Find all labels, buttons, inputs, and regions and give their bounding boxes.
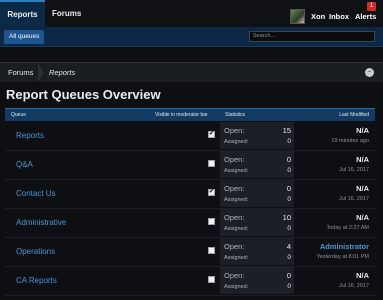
open-count: 0: [286, 271, 291, 280]
top-navigation-bar: Reports Forums Xon Inbox Alerts 1: [0, 0, 383, 28]
assigned-label: Assigned:: [224, 197, 249, 203]
assigned-count: 0: [287, 283, 291, 290]
statistics-panel: Open: 0 Assigned: 0: [220, 180, 294, 207]
last-modified-by: N/A: [356, 213, 369, 222]
breadcrumb: Forums Reports –: [0, 62, 383, 82]
assigned-label: Assigned:: [224, 284, 249, 290]
last-modified-date: Today at 2:27 AM: [326, 225, 370, 231]
assigned-label: Assigned:: [224, 226, 249, 232]
open-count: 15: [282, 126, 291, 135]
assigned-label: Assigned:: [224, 139, 249, 145]
open-label: Open:: [224, 155, 245, 164]
table-row: Contact Us ✔ Open: 0 Assigned: 0 N/A Jul 16, 20…: [5, 179, 375, 209]
open-label: Open:: [224, 213, 245, 222]
breadcrumb-forums[interactable]: Forums: [8, 63, 33, 82]
last-modified-date: 19 minutes ago: [331, 138, 369, 144]
inbox-link[interactable]: Inbox: [329, 12, 349, 21]
assigned-count: 0: [287, 138, 291, 145]
column-header-statistics: Statistics: [225, 112, 246, 118]
statistics-panel: Open: 0 Assigned: 0: [220, 151, 294, 178]
table-row: Operations Open: 4 Assigned: 0 Administrator Y…: [5, 237, 375, 267]
last-modified-by[interactable]: Administrator: [320, 242, 369, 251]
table-header: Queue Visible in moderator bar Statistic…: [5, 108, 375, 121]
open-label: Open:: [224, 271, 245, 280]
avatar[interactable]: [290, 9, 305, 24]
open-count: 0: [286, 155, 291, 164]
visible-in-moderator-bar-checkbox[interactable]: ✔: [208, 131, 215, 138]
last-modified-date: Yesterday at 8:01 PM: [316, 254, 369, 260]
assigned-label: Assigned:: [224, 168, 249, 174]
alerts-link[interactable]: Alerts: [355, 12, 376, 21]
visible-in-moderator-bar-checkbox[interactable]: [208, 276, 215, 283]
tab-forums[interactable]: Forums: [52, 0, 81, 27]
visible-in-moderator-bar-checkbox[interactable]: [208, 218, 215, 225]
open-count: 10: [282, 213, 291, 222]
open-label: Open:: [224, 242, 245, 251]
visible-in-moderator-bar-checkbox[interactable]: ✔: [208, 189, 215, 196]
tab-reports[interactable]: Reports: [0, 0, 45, 27]
page-title: Report Queues Overview: [6, 87, 161, 102]
column-header-last-modified: Last Modified: [339, 112, 369, 118]
queue-name-link[interactable]: Reports: [16, 121, 44, 150]
assigned-count: 0: [287, 167, 291, 174]
visible-in-moderator-bar-checkbox[interactable]: [208, 247, 215, 254]
queue-name-link[interactable]: Contact Us: [16, 179, 56, 208]
visible-in-moderator-bar-checkbox[interactable]: [208, 160, 215, 167]
last-modified-by: N/A: [356, 126, 369, 135]
table-row: Q&A Open: 0 Assigned: 0 N/A Jul 16, 2017: [5, 150, 375, 180]
assigned-count: 0: [287, 196, 291, 203]
open-count: 4: [286, 242, 291, 251]
table-row: CA Reports Open: 0 Assigned: 0 N/A Jul 16, 201…: [5, 266, 375, 296]
column-header-queue: Queue: [11, 112, 27, 118]
collapse-icon[interactable]: –: [365, 68, 374, 77]
queue-name-link[interactable]: Administrative: [16, 208, 66, 237]
open-count: 0: [286, 184, 291, 193]
table-row: Administrative Open: 10 Assigned: 0 N/A Today …: [5, 208, 375, 238]
statistics-panel: Open: 10 Assigned: 0: [220, 209, 294, 236]
open-label: Open:: [224, 184, 245, 193]
statistics-panel: Open: 15 Assigned: 0: [220, 122, 294, 149]
assigned-count: 0: [287, 225, 291, 232]
assigned-label: Assigned:: [224, 255, 249, 261]
sub-navigation-bar: All queues Search...: [0, 27, 383, 47]
assigned-count: 0: [287, 254, 291, 261]
column-header-visible: Visible in moderator bar: [155, 112, 208, 118]
breadcrumb-reports[interactable]: Reports: [49, 63, 75, 82]
table-row: Reports ✔ Open: 15 Assigned: 0 N/A 19 minutes a…: [5, 121, 375, 151]
queue-name-link[interactable]: CA Reports: [16, 266, 57, 295]
last-modified-date: Jul 16, 2017: [339, 196, 369, 202]
last-modified-by: N/A: [356, 155, 369, 164]
last-modified-date: Jul 16, 2017: [339, 167, 369, 173]
statistics-panel: Open: 0 Assigned: 0: [220, 267, 294, 294]
alerts-count-badge: 1: [367, 2, 376, 11]
user-menu-link[interactable]: Xon: [311, 12, 325, 21]
open-label: Open:: [224, 126, 245, 135]
breadcrumb-separator-icon: [38, 63, 44, 82]
last-modified-date: Jul 16, 2017: [339, 283, 369, 289]
all-queues-link[interactable]: All queues: [4, 30, 45, 44]
queue-name-link[interactable]: Operations: [16, 237, 55, 266]
statistics-panel: Open: 4 Assigned: 0: [220, 238, 294, 265]
last-modified-by: N/A: [356, 271, 369, 280]
queue-name-link[interactable]: Q&A: [16, 150, 33, 179]
last-modified-by: N/A: [356, 184, 369, 193]
search-input[interactable]: Search...: [249, 31, 375, 42]
